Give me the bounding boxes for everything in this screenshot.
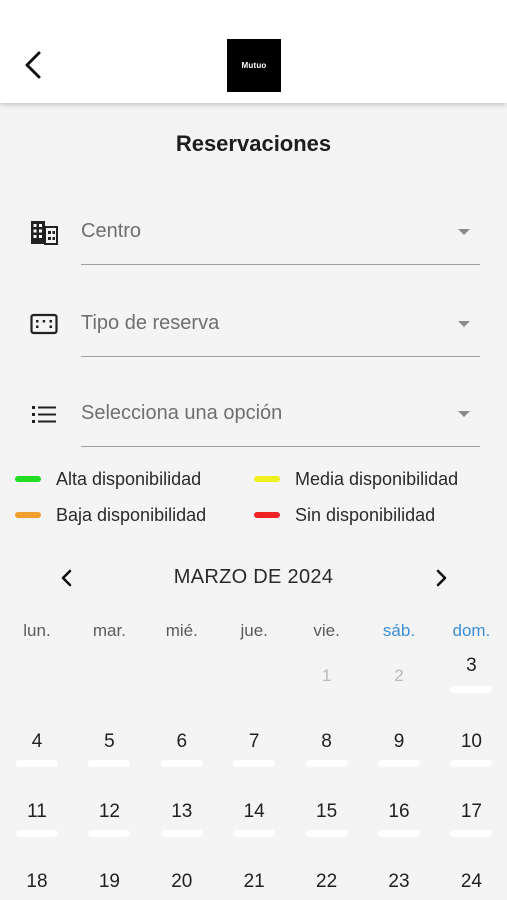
calendar-day: 2 [394, 666, 404, 685]
calendar-day[interactable]: 19 [73, 871, 145, 893]
calendar-day[interactable]: 11 [1, 801, 73, 823]
weekday-header: dom. [452, 621, 491, 640]
legend-swatch-media [254, 476, 280, 482]
tipo-reserva-dropdown[interactable]: Tipo de reserva [81, 294, 480, 357]
app-bar: Mutuo [0, 0, 507, 103]
calendar-day[interactable]: 10 [435, 731, 507, 753]
building-icon [29, 217, 59, 247]
opcion-placeholder: Selecciona una opción [81, 402, 283, 424]
tipo-reserva-placeholder: Tipo de reserva [81, 312, 220, 334]
legend-label-media: Media disponibilidad [295, 468, 459, 489]
availability-bar [450, 760, 493, 767]
calendar-day[interactable]: 16 [363, 801, 435, 823]
weekday-header: mié. [165, 621, 198, 640]
legend-alta: Alta disponibilidad [15, 469, 201, 489]
chevron-left-icon [25, 51, 41, 79]
weekday-header: jue. [240, 621, 268, 640]
calendar-day[interactable]: 6 [146, 731, 218, 753]
centro-row: Centro [0, 200, 507, 270]
list-icon [29, 399, 59, 429]
centro-dropdown[interactable]: Centro [81, 202, 480, 265]
calendar-day[interactable]: 7 [218, 731, 290, 753]
calendar-day: 1 [321, 666, 332, 685]
calendar-day[interactable]: 3 [435, 655, 507, 677]
availability-bar [88, 830, 131, 837]
weekday-header: lun. [23, 621, 51, 640]
availability-bar [450, 830, 493, 837]
calendar-day[interactable]: 21 [218, 871, 290, 893]
caret-down-icon [458, 321, 470, 327]
next-month-button[interactable] [426, 563, 456, 593]
chevron-right-icon [436, 569, 447, 587]
calendar-day[interactable]: 22 [291, 871, 363, 893]
calendar-day[interactable]: 23 [363, 871, 435, 893]
page-title: Reservaciones [175, 131, 332, 156]
weekday-header: mar. [92, 621, 126, 640]
back-button[interactable] [16, 48, 50, 82]
calendar-day[interactable]: 14 [218, 801, 290, 823]
availability-bar [378, 760, 420, 767]
legend-swatch-baja [15, 512, 41, 518]
brand-logo-text: Mutuo [241, 61, 267, 70]
calendar-day[interactable]: 4 [1, 731, 73, 753]
opcion-dropdown[interactable]: Selecciona una opción [81, 384, 480, 447]
availability-bar [16, 760, 58, 767]
weekday-header: vie. [313, 621, 340, 640]
availability-bar [16, 830, 58, 837]
calendar-day[interactable]: 24 [435, 871, 507, 893]
availability-bar [305, 760, 348, 767]
centro-placeholder: Centro [81, 220, 142, 242]
legend-label-baja: Baja disponibilidad [56, 504, 207, 525]
availability-bar [450, 686, 493, 693]
calendar-day[interactable]: 20 [146, 871, 218, 893]
calendar-day[interactable]: 15 [291, 801, 363, 823]
calendar-day[interactable]: 17 [435, 801, 507, 823]
legend-label-sin: Sin disponibilidad [295, 504, 436, 525]
opcion-row: Selecciona una opción [0, 384, 507, 454]
legend-sin: Sin disponibilidad [254, 505, 435, 525]
caret-down-icon [458, 229, 470, 235]
legend-media: Media disponibilidad [254, 469, 458, 489]
legend-swatch-alta [15, 476, 41, 482]
calendar-day[interactable]: 12 [73, 801, 145, 823]
brand-logo: Mutuo [227, 39, 281, 92]
legend-baja: Baja disponibilidad [15, 505, 206, 525]
legend-swatch-sin [254, 512, 280, 518]
availability-bar [305, 830, 348, 837]
availability-bar [233, 760, 276, 767]
caret-down-icon [458, 411, 470, 417]
legend-label-alta: Alta disponibilidad [56, 468, 202, 489]
calendar-day[interactable]: 13 [146, 801, 218, 823]
availability-bar [378, 830, 420, 837]
availability-bar [160, 760, 203, 767]
calendar-day[interactable]: 8 [291, 731, 363, 753]
availability-bar [160, 830, 203, 837]
availability-bar [88, 760, 131, 767]
calendar-day[interactable]: 5 [73, 731, 145, 753]
calendar-day[interactable]: 18 [1, 871, 73, 893]
calendar-day[interactable]: 9 [363, 731, 435, 753]
tipo-reserva-row: Tipo de reserva [0, 292, 507, 362]
availability-bar [233, 830, 276, 837]
keyboard-box-icon [29, 309, 59, 339]
weekday-header: sáb. [382, 621, 416, 640]
